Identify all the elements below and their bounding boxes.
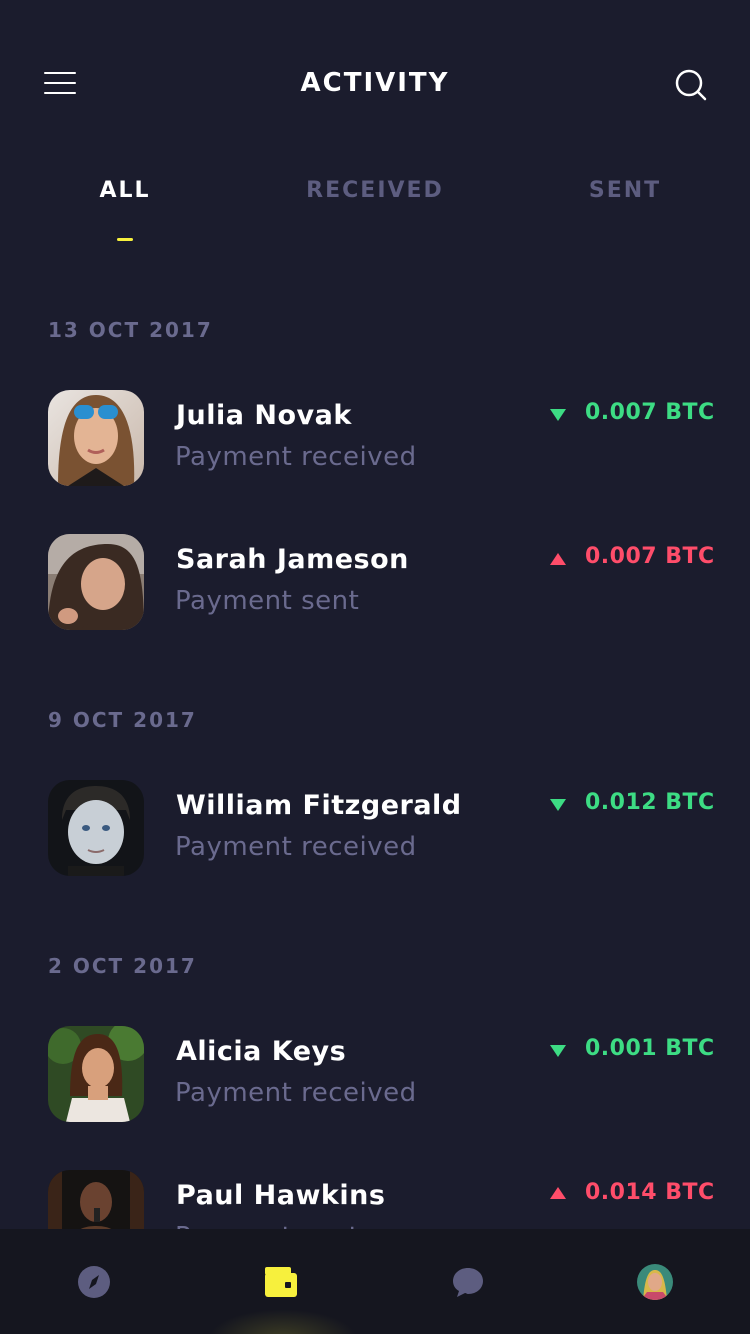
avatar: [48, 780, 144, 876]
arrow-down-icon: [550, 409, 566, 421]
app-header: ACTIVITY: [0, 0, 750, 170]
date-header: 9 OCT 2017: [48, 708, 197, 732]
transaction-status: Payment received: [175, 832, 417, 862]
nav-messages[interactable]: [374, 1229, 561, 1334]
date-header: 2 OCT 2017: [48, 954, 197, 978]
arrow-down-icon: [550, 1045, 566, 1057]
wallet-icon: [264, 1266, 297, 1297]
avatar: [48, 390, 144, 486]
transaction-amount: 0.012 BTC: [585, 790, 715, 815]
filter-tabs: ALL RECEIVED SENT: [0, 178, 750, 248]
transaction-amount: 0.007 BTC: [585, 544, 715, 569]
avatar: [48, 534, 144, 630]
arrow-up-icon: [550, 553, 566, 565]
tab-received[interactable]: RECEIVED: [250, 178, 500, 203]
nav-profile[interactable]: [561, 1229, 748, 1334]
transaction-row[interactable]: Alicia Keys Payment received 0.001 BTC: [0, 1026, 750, 1126]
transaction-status: Payment received: [175, 1078, 417, 1108]
arrow-down-icon: [550, 799, 566, 811]
transaction-status: Payment received: [175, 442, 417, 472]
transaction-amount: 0.001 BTC: [585, 1036, 715, 1061]
avatar: [48, 1026, 144, 1122]
contact-name: Sarah Jameson: [176, 544, 409, 575]
chat-bubble-icon: [452, 1267, 483, 1297]
date-header: 13 OCT 2017: [48, 318, 213, 342]
contact-name: William Fitzgerald: [176, 790, 462, 821]
arrow-up-icon: [550, 1187, 566, 1199]
transaction-amount: 0.014 BTC: [585, 1180, 715, 1205]
search-icon[interactable]: [674, 68, 708, 102]
nav-explore[interactable]: [0, 1229, 187, 1334]
tab-all[interactable]: ALL: [0, 178, 250, 203]
transaction-row[interactable]: Julia Novak Payment received 0.007 BTC: [0, 390, 750, 490]
transaction-row[interactable]: William Fitzgerald Payment received 0.01…: [0, 780, 750, 880]
profile-avatar-icon: [636, 1263, 673, 1300]
active-tab-indicator: [117, 238, 133, 241]
contact-name: Paul Hawkins: [176, 1180, 386, 1211]
page-title: ACTIVITY: [300, 68, 450, 98]
tab-sent[interactable]: SENT: [500, 178, 750, 203]
bottom-nav: [0, 1229, 750, 1334]
contact-name: Julia Novak: [176, 400, 352, 431]
nav-wallet[interactable]: [187, 1229, 374, 1334]
transaction-status: Payment sent: [175, 586, 360, 616]
compass-icon: [77, 1265, 110, 1298]
transaction-amount: 0.007 BTC: [585, 400, 715, 425]
contact-name: Alicia Keys: [176, 1036, 347, 1067]
transaction-row[interactable]: Sarah Jameson Payment sent 0.007 BTC: [0, 534, 750, 634]
